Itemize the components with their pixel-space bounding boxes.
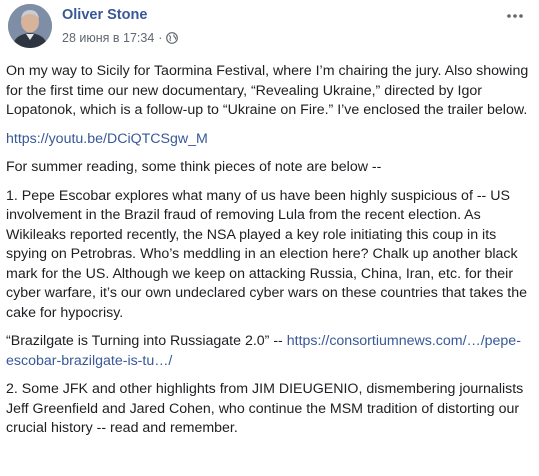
- meta-separator: ·: [158, 31, 163, 45]
- post-paragraph-intro: On my way to Sicily for Taormina Festiva…: [6, 63, 529, 118]
- post-paragraph-quote: “Brazilgate is Turning into Russiagate 2…: [6, 332, 533, 371]
- post-timestamp[interactable]: 28 июня в 17:34: [62, 31, 154, 45]
- facebook-post: Oliver Stone 28 июня в 17:34 · On my way…: [0, 0, 539, 476]
- youtube-link-paragraph: https://youtu.be/DCiQTCSgw_M: [6, 130, 533, 150]
- more-options-button[interactable]: [503, 4, 527, 28]
- post-header: Oliver Stone 28 июня в 17:34 ·: [8, 4, 531, 52]
- post-paragraph-item2: 2. Some JFK and other highlights from JI…: [6, 381, 524, 436]
- author-name[interactable]: Oliver Stone: [62, 7, 147, 23]
- globe-icon[interactable]: [166, 32, 179, 44]
- avatar-photo: [8, 4, 52, 48]
- more-dots-icon: [507, 14, 523, 18]
- post-paragraph-summer: For summer reading, some think pieces of…: [6, 159, 382, 175]
- youtube-link[interactable]: https://youtu.be/DCiQTCSgw_M: [6, 131, 208, 147]
- post-paragraph-item1: 1. Pepe Escobar explores what many of us…: [6, 187, 528, 321]
- avatar[interactable]: [8, 4, 52, 48]
- post-body: On my way to Sicily for Taormina Festiva…: [6, 62, 533, 448]
- post-meta: 28 июня в 17:34 ·: [62, 31, 179, 45]
- quote-text: “Brazilgate is Turning into Russiagate 2…: [6, 333, 287, 349]
